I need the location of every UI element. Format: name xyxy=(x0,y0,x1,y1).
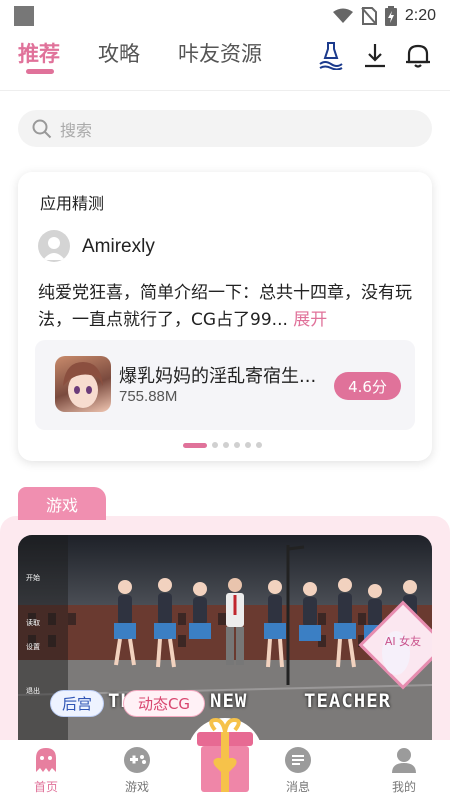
search-icon xyxy=(32,119,52,138)
battery-icon xyxy=(384,6,397,26)
carousel-indicator xyxy=(183,442,262,448)
carousel-dot-active[interactable] xyxy=(183,442,207,448)
nav-home-label: 首页 xyxy=(33,780,58,794)
no-sim-icon xyxy=(361,7,377,25)
review-body: 纯爱党狂喜，简单介绍一下：总共十四章，没有玩法，一直点就行了，CG占了99... xyxy=(38,283,412,330)
clock: 2:20 xyxy=(404,7,436,24)
search-bar[interactable]: 搜索 xyxy=(18,110,432,147)
nav-profile-label: 我的 xyxy=(391,780,416,794)
carousel-dot[interactable] xyxy=(256,442,262,448)
tab-recommend[interactable]: 推荐 xyxy=(18,38,60,68)
app-size: 755.88M xyxy=(119,388,178,405)
banner-title-right: TEACHER xyxy=(304,690,392,712)
header-divider xyxy=(0,90,450,91)
top-tab-bar: 推荐 攻略 咔友资源 xyxy=(0,34,450,84)
nav-profile[interactable]: 我的 xyxy=(374,746,434,795)
status-right: 2:20 xyxy=(332,6,436,26)
user-silhouette-icon xyxy=(43,237,65,260)
app-name: 爆乳妈妈的淫乱寄宿生... xyxy=(119,366,317,387)
review-card[interactable]: 应用精测 Amirexly 纯爱党狂喜，简单介绍一下：总共十四章，没有玩法，一直… xyxy=(18,172,432,461)
gamepad-icon xyxy=(124,747,150,773)
carousel-dot[interactable] xyxy=(223,442,229,448)
carousel-dot[interactable] xyxy=(234,442,240,448)
ai-badge-label: AI 女友 xyxy=(385,634,421,648)
app-icon xyxy=(55,356,111,412)
section-tab-games[interactable]: 游戏 xyxy=(18,487,106,520)
expand-link[interactable]: 展开 xyxy=(293,310,327,330)
svg-text:退出: 退出 xyxy=(26,686,40,695)
person-icon xyxy=(392,748,416,773)
carousel-dot[interactable] xyxy=(212,442,218,448)
nav-gift[interactable] xyxy=(185,714,265,800)
nav-home[interactable]: 首页 xyxy=(16,746,76,795)
download-icon[interactable] xyxy=(360,40,390,70)
rating-badge: 4.6分 xyxy=(334,372,401,400)
tab-active-indicator xyxy=(26,69,54,74)
review-author[interactable]: Amirexly xyxy=(82,236,155,258)
gift-icon xyxy=(187,717,263,794)
nav-games[interactable]: 游戏 xyxy=(107,746,167,795)
carousel-dot[interactable] xyxy=(245,442,251,448)
tab-resources[interactable]: 咔友资源 xyxy=(178,38,262,68)
review-text: 纯爱党狂喜，简单介绍一下：总共十四章，没有玩法，一直点就行了，CG占了99...… xyxy=(38,280,418,334)
anime-face-icon xyxy=(63,362,103,408)
svg-text:设置: 设置 xyxy=(26,642,40,651)
tag-animated-cg[interactable]: 动态CG xyxy=(123,690,205,717)
fountain-pen-icon[interactable] xyxy=(316,40,346,70)
nav-messages-label: 消息 xyxy=(285,780,310,794)
nav-games-label: 游戏 xyxy=(124,780,149,794)
message-icon xyxy=(285,747,311,773)
notification-icon xyxy=(14,6,34,26)
tag-harem[interactable]: 后宫 xyxy=(50,690,104,717)
bell-icon[interactable] xyxy=(403,40,433,70)
status-bar: 2:20 xyxy=(0,0,450,32)
wifi-icon xyxy=(332,8,353,23)
app-row[interactable]: 爆乳妈妈的淫乱寄宿生... 755.88M 4.6分 xyxy=(35,340,415,430)
tab-guides[interactable]: 攻略 xyxy=(98,38,140,68)
ghost-icon xyxy=(36,748,56,772)
avatar[interactable] xyxy=(38,230,70,262)
banner-title-mid: NEW xyxy=(210,690,248,712)
svg-text:开始: 开始 xyxy=(26,573,40,582)
svg-text:读取: 读取 xyxy=(26,618,40,627)
search-placeholder: 搜索 xyxy=(60,120,93,140)
nav-messages[interactable]: 消息 xyxy=(268,746,328,795)
card-title: 应用精测 xyxy=(40,194,105,213)
